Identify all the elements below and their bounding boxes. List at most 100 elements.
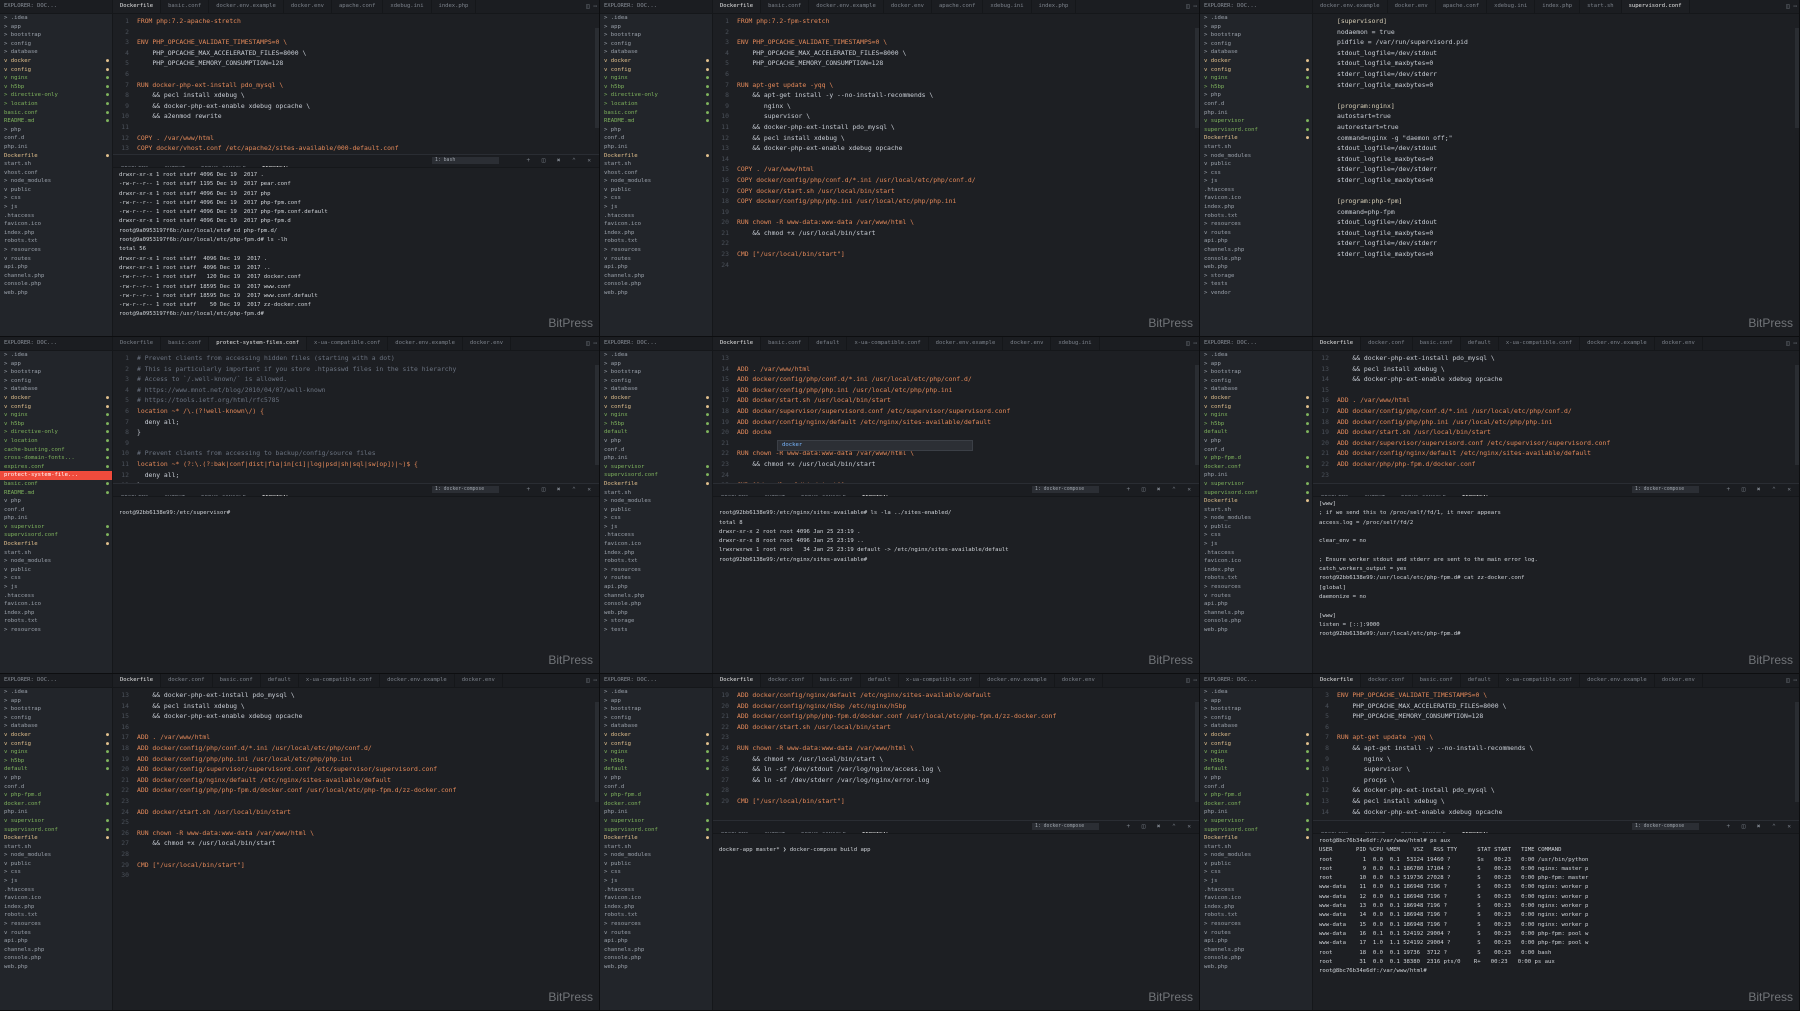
editor-tab[interactable]: protect-system-files.conf [209,337,308,350]
file-item[interactable]: .htaccess [1200,186,1312,195]
folder-item[interactable]: v h5bp ● [0,420,112,429]
folder-item[interactable]: > app [1200,23,1312,32]
folder-item[interactable]: > .idea [1200,688,1312,697]
file-item[interactable]: console.php [0,954,112,963]
folder-item[interactable]: > tests [600,626,712,635]
file-item[interactable]: .htaccess [0,886,112,895]
editor-tab[interactable]: Dockerfile [113,337,162,350]
folder-item[interactable]: v supervisor ● [1200,117,1312,126]
folder-item[interactable]: > location ● [600,100,712,109]
terminal-select[interactable]: 1: bash [432,157,499,164]
folder-item[interactable]: > node_modules [600,851,712,860]
editor-tab[interactable]: index.php [432,0,477,13]
file-item[interactable]: docker.conf ● [1200,800,1312,809]
folder-item[interactable]: > database [1200,722,1312,731]
autocomplete-popup[interactable]: docker [777,439,973,451]
folder-item[interactable]: v h5bp ● [600,83,712,92]
editor-tab[interactable]: index.php [1535,0,1581,13]
terminal-actions-icon[interactable]: + ◫ ✖ ⌃ ✕ [526,155,595,167]
file-item[interactable]: channels.php [0,946,112,955]
folder-item[interactable]: v php [0,497,112,506]
folder-item[interactable]: > location ● [0,100,112,109]
folder-item[interactable]: > app [1200,697,1312,706]
editor-tab[interactable]: apache.conf [932,0,984,13]
editor-tab[interactable]: docker.env [455,674,503,687]
file-item[interactable]: .htaccess [1200,886,1312,895]
file-item[interactable]: console.php [1200,617,1312,626]
terminal[interactable]: root@92bb6138e99:/etc/nginx/sites-availa… [713,497,1199,673]
file-item[interactable]: favicon.ico [1200,194,1312,203]
file-item[interactable]: supervisord.conf ● [600,826,712,835]
folder-item[interactable]: > node_modules [600,497,712,506]
folder-item[interactable]: conf.d [0,783,112,792]
file-item[interactable]: Dockerfile ● [1200,497,1312,506]
scrollbar[interactable] [595,28,599,128]
file-item[interactable]: start.sh [1200,506,1312,515]
folder-item[interactable]: v php-fpm.d ● [0,791,112,800]
folder-item[interactable]: > resources [0,626,112,635]
folder-item[interactable]: > config [600,714,712,723]
file-item[interactable]: Dockerfile ● [1200,834,1312,843]
file-item[interactable]: expires.conf ● [0,463,112,472]
folder-item[interactable]: v php [0,774,112,783]
file-item[interactable]: protect-system-file... [0,471,112,480]
folder-item[interactable]: > node_modules [1200,514,1312,523]
folder-item[interactable]: > database [600,722,712,731]
terminal[interactable]: root@92bb6138e99:/etc/supervisor# [113,497,599,673]
folder-item[interactable]: > config [1200,377,1312,386]
folder-item[interactable]: > resources [1200,920,1312,929]
folder-item[interactable]: v supervisor ● [600,817,712,826]
folder-item[interactable]: > app [600,360,712,369]
file-item[interactable]: api.php [1200,237,1312,246]
editor-tab[interactable]: docker.env [284,0,332,13]
folder-item[interactable]: > h5bp ● [1200,83,1312,92]
folder-item[interactable]: > node_modules [1200,152,1312,161]
folder-item[interactable]: v routes [1200,229,1312,238]
terminal-actions-icon[interactable]: + ◫ ✖ ⌃ ✕ [1726,484,1795,496]
folder-item[interactable]: > bootstrap [0,705,112,714]
folder-item[interactable]: > app [0,23,112,32]
folder-item[interactable]: > h5bp ● [0,757,112,766]
split-editor-icon[interactable]: ◫ ⋯ [1783,337,1797,350]
file-item[interactable]: console.php [1200,255,1312,264]
editor-tab[interactable]: docker.env.example [980,674,1055,687]
file-item[interactable]: index.php [0,903,112,912]
file-item[interactable]: docker.conf ● [1200,463,1312,472]
terminal[interactable]: drwxr-xr-x 1 root staff 4096 Dec 19 2017… [113,168,599,336]
file-item[interactable]: api.php [0,263,112,272]
folder-item[interactable]: v routes [600,574,712,583]
folder-item[interactable]: > css [0,194,112,203]
editor-tab[interactable]: docker.env [1388,0,1436,13]
editor-tab[interactable]: docker.env [1003,337,1052,350]
file-item[interactable]: console.php [0,280,112,289]
folder-item[interactable]: > config [1200,714,1312,723]
code-editor[interactable]: 1 FROM php:7.2-fpm-stretch 2 3 ENV PHP_OPCAC… [713,14,1199,336]
file-item[interactable]: web.php [600,963,712,972]
file-item[interactable]: basic.conf ● [600,109,712,118]
folder-item[interactable]: v supervisor ● [0,817,112,826]
editor-tab[interactable]: docker.env [463,337,512,350]
folder-item[interactable]: > node_modules [0,177,112,186]
folder-item[interactable]: v routes [600,929,712,938]
terminal-select[interactable]: 1: docker-compose [1032,486,1099,493]
file-item[interactable]: .htaccess [1200,549,1312,558]
folder-item[interactable]: v config ● [1200,66,1312,75]
editor-tab[interactable]: Dockerfile [113,674,162,687]
editor-tab[interactable]: default [1461,674,1499,687]
file-item[interactable]: Dockerfile ● [0,540,112,549]
file-item[interactable]: api.php [1200,937,1312,946]
folder-item[interactable]: v config ● [1200,403,1312,412]
folder-item[interactable]: > php [600,126,712,135]
folder-item[interactable]: v config ● [600,66,712,75]
folder-item[interactable]: v routes [0,255,112,264]
file-item[interactable]: index.php [1200,566,1312,575]
file-item[interactable]: favicon.ico [1200,894,1312,903]
file-item[interactable]: index.php [1200,203,1312,212]
editor-tab[interactable]: docker.env.example [1313,0,1388,13]
folder-item[interactable]: > database [1200,385,1312,394]
folder-item[interactable]: v nginx ● [0,748,112,757]
editor-tab[interactable]: Dockerfile [713,337,762,350]
folder-item[interactable]: php.ini [1200,471,1312,480]
folder-item[interactable]: v nginx ● [1200,411,1312,420]
folder-item[interactable]: > js [0,877,112,886]
